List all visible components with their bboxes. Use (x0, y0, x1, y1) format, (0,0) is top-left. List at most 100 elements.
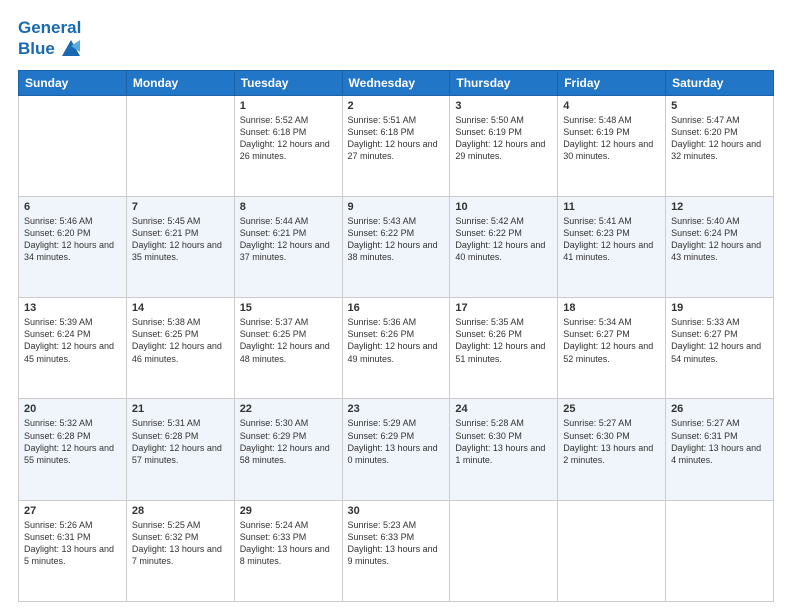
cell-info: Sunrise: 5:48 AM Sunset: 6:19 PM Dayligh… (563, 114, 660, 163)
cell-info: Sunrise: 5:46 AM Sunset: 6:20 PM Dayligh… (24, 215, 121, 264)
calendar-cell: 17Sunrise: 5:35 AM Sunset: 6:26 PM Dayli… (450, 298, 558, 399)
calendar-cell: 2 Sunrise: 5:51 AM Sunset: 6:18 PM Daylig… (342, 95, 450, 196)
cell-info: Sunrise: 5:41 AM Sunset: 6:23 PM Dayligh… (563, 215, 660, 264)
day-number: 13 (24, 302, 121, 314)
cell-info: Sunrise: 5:27 AM Sunset: 6:31 PM Dayligh… (671, 417, 768, 466)
calendar-cell: 7 Sunrise: 5:45 AM Sunset: 6:21 PM Daylig… (126, 196, 234, 297)
calendar-cell: 27Sunrise: 5:26 AM Sunset: 6:31 PM Dayli… (19, 500, 127, 601)
cell-info: Sunrise: 5:31 AM Sunset: 6:28 PM Dayligh… (132, 417, 229, 466)
calendar-cell: 28Sunrise: 5:25 AM Sunset: 6:32 PM Dayli… (126, 500, 234, 601)
calendar-table: Sunday Monday Tuesday Wednesday Thursday… (18, 70, 774, 602)
day-number: 7 (132, 201, 229, 213)
page: General Blue Sunday Monday Tuesday (0, 0, 792, 612)
day-number: 24 (455, 403, 552, 415)
calendar-cell: 9 Sunrise: 5:43 AM Sunset: 6:22 PM Daylig… (342, 196, 450, 297)
day-number: 5 (671, 100, 768, 112)
calendar-cell: 1 Sunrise: 5:52 AM Sunset: 6:18 PM Daylig… (234, 95, 342, 196)
day-number: 15 (240, 302, 337, 314)
calendar-cell (558, 500, 666, 601)
calendar-cell: 5 Sunrise: 5:47 AM Sunset: 6:20 PM Daylig… (666, 95, 774, 196)
logo: General Blue (18, 18, 84, 60)
day-number: 25 (563, 403, 660, 415)
calendar-cell: 23Sunrise: 5:29 AM Sunset: 6:29 PM Dayli… (342, 399, 450, 500)
calendar-cell: 22 Sunrise: 5:30 AM Sunset: 6:29 PM Dayli… (234, 399, 342, 500)
calendar-cell: 3 Sunrise: 5:50 AM Sunset: 6:19 PM Daylig… (450, 95, 558, 196)
day-number: 18 (563, 302, 660, 314)
day-number: 9 (348, 201, 445, 213)
cell-info: Sunrise: 5:50 AM Sunset: 6:19 PM Dayligh… (455, 114, 552, 163)
cell-info: Sunrise: 5:52 AM Sunset: 6:18 PM Dayligh… (240, 114, 337, 163)
day-number: 30 (348, 505, 445, 517)
calendar-cell: 14 Sunrise: 5:38 AM Sunset: 6:25 PM Dayli… (126, 298, 234, 399)
cell-info: Sunrise: 5:27 AM Sunset: 6:30 PM Dayligh… (563, 417, 660, 466)
calendar-week-1: 6 Sunrise: 5:46 AM Sunset: 6:20 PM Daylig… (19, 196, 774, 297)
cell-info: Sunrise: 5:35 AM Sunset: 6:26 PM Dayligh… (455, 316, 552, 365)
day-number: 16 (348, 302, 445, 314)
day-number: 20 (24, 403, 121, 415)
cell-info: Sunrise: 5:32 AM Sunset: 6:28 PM Dayligh… (24, 417, 121, 466)
day-number: 11 (563, 201, 660, 213)
col-wednesday: Wednesday (342, 70, 450, 95)
cell-info: Sunrise: 5:24 AM Sunset: 6:33 PM Dayligh… (240, 519, 337, 568)
col-monday: Monday (126, 70, 234, 95)
calendar-cell: 16 Sunrise: 5:36 AM Sunset: 6:26 PM Dayli… (342, 298, 450, 399)
cell-info: Sunrise: 5:39 AM Sunset: 6:24 PM Dayligh… (24, 316, 121, 365)
calendar-cell: 25 Sunrise: 5:27 AM Sunset: 6:30 PM Dayli… (558, 399, 666, 500)
day-number: 4 (563, 100, 660, 112)
calendar-cell: 30Sunrise: 5:23 AM Sunset: 6:33 PM Dayli… (342, 500, 450, 601)
day-number: 27 (24, 505, 121, 517)
day-number: 26 (671, 403, 768, 415)
calendar-cell: 11 Sunrise: 5:41 AM Sunset: 6:23 PM Dayli… (558, 196, 666, 297)
day-number: 1 (240, 100, 337, 112)
calendar-week-3: 20 Sunrise: 5:32 AM Sunset: 6:28 PM Dayli… (19, 399, 774, 500)
cell-info: Sunrise: 5:34 AM Sunset: 6:27 PM Dayligh… (563, 316, 660, 365)
cell-info: Sunrise: 5:44 AM Sunset: 6:21 PM Dayligh… (240, 215, 337, 264)
calendar-week-2: 13 Sunrise: 5:39 AM Sunset: 6:24 PM Dayli… (19, 298, 774, 399)
day-number: 22 (240, 403, 337, 415)
cell-info: Sunrise: 5:36 AM Sunset: 6:26 PM Dayligh… (348, 316, 445, 365)
day-number: 14 (132, 302, 229, 314)
day-number: 29 (240, 505, 337, 517)
cell-info: Sunrise: 5:42 AM Sunset: 6:22 PM Dayligh… (455, 215, 552, 264)
calendar-week-4: 27Sunrise: 5:26 AM Sunset: 6:31 PM Dayli… (19, 500, 774, 601)
calendar-cell: 21 Sunrise: 5:31 AM Sunset: 6:28 PM Dayli… (126, 399, 234, 500)
cell-info: Sunrise: 5:30 AM Sunset: 6:29 PM Dayligh… (240, 417, 337, 466)
calendar-cell: 26 Sunrise: 5:27 AM Sunset: 6:31 PM Dayli… (666, 399, 774, 500)
cell-info: Sunrise: 5:38 AM Sunset: 6:25 PM Dayligh… (132, 316, 229, 365)
calendar-cell (450, 500, 558, 601)
cell-info: Sunrise: 5:45 AM Sunset: 6:21 PM Dayligh… (132, 215, 229, 264)
day-number: 3 (455, 100, 552, 112)
day-number: 21 (132, 403, 229, 415)
col-sunday: Sunday (19, 70, 127, 95)
day-number: 8 (240, 201, 337, 213)
col-saturday: Saturday (666, 70, 774, 95)
calendar-cell: 8 Sunrise: 5:44 AM Sunset: 6:21 PM Daylig… (234, 196, 342, 297)
col-friday: Friday (558, 70, 666, 95)
calendar-header-row: Sunday Monday Tuesday Wednesday Thursday… (19, 70, 774, 95)
calendar-week-0: 1 Sunrise: 5:52 AM Sunset: 6:18 PM Daylig… (19, 95, 774, 196)
cell-info: Sunrise: 5:51 AM Sunset: 6:18 PM Dayligh… (348, 114, 445, 163)
cell-info: Sunrise: 5:33 AM Sunset: 6:27 PM Dayligh… (671, 316, 768, 365)
day-number: 19 (671, 302, 768, 314)
calendar-cell (19, 95, 127, 196)
day-number: 2 (348, 100, 445, 112)
col-thursday: Thursday (450, 70, 558, 95)
calendar-cell: 20 Sunrise: 5:32 AM Sunset: 6:28 PM Dayli… (19, 399, 127, 500)
calendar-cell (666, 500, 774, 601)
logo-text-general: General (18, 18, 81, 37)
day-number: 12 (671, 201, 768, 213)
calendar-cell: 12 Sunrise: 5:40 AM Sunset: 6:24 PM Dayli… (666, 196, 774, 297)
logo-icon (58, 38, 84, 60)
cell-info: Sunrise: 5:40 AM Sunset: 6:24 PM Dayligh… (671, 215, 768, 264)
cell-info: Sunrise: 5:43 AM Sunset: 6:22 PM Dayligh… (348, 215, 445, 264)
day-number: 10 (455, 201, 552, 213)
cell-info: Sunrise: 5:47 AM Sunset: 6:20 PM Dayligh… (671, 114, 768, 163)
calendar-cell: 6 Sunrise: 5:46 AM Sunset: 6:20 PM Daylig… (19, 196, 127, 297)
cell-info: Sunrise: 5:29 AM Sunset: 6:29 PM Dayligh… (348, 417, 445, 466)
header: General Blue (18, 18, 774, 60)
cell-info: Sunrise: 5:28 AM Sunset: 6:30 PM Dayligh… (455, 417, 552, 466)
calendar-cell: 19 Sunrise: 5:33 AM Sunset: 6:27 PM Dayli… (666, 298, 774, 399)
calendar-cell: 10 Sunrise: 5:42 AM Sunset: 6:22 PM Dayli… (450, 196, 558, 297)
calendar-cell: 18 Sunrise: 5:34 AM Sunset: 6:27 PM Dayli… (558, 298, 666, 399)
day-number: 6 (24, 201, 121, 213)
